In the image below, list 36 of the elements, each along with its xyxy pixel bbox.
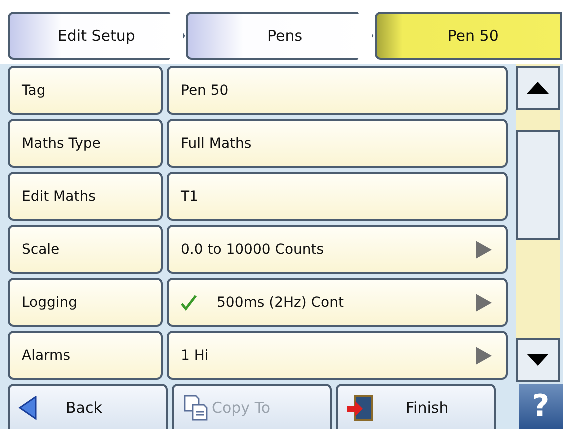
setting-label[interactable]: Alarms xyxy=(8,331,163,380)
down-triangle-icon xyxy=(527,354,549,366)
value-text: Full Maths xyxy=(181,136,252,152)
value-text: 500ms (2Hz) Cont xyxy=(217,294,344,310)
scrollbar-thumb[interactable] xyxy=(516,130,560,240)
setting-value[interactable]: Pen 50 xyxy=(167,66,508,115)
breadcrumb-tab[interactable]: Pens xyxy=(186,12,374,60)
help-button[interactable]: ? xyxy=(519,384,563,429)
value-text: 1 Hi xyxy=(181,348,209,364)
right-arrow-icon xyxy=(476,240,492,258)
checkmark-icon xyxy=(181,294,197,310)
door-exit-icon xyxy=(346,394,374,422)
right-arrow-icon xyxy=(476,294,492,312)
up-triangle-icon xyxy=(527,82,549,94)
setting-label[interactable]: Maths Type xyxy=(8,119,163,168)
breadcrumb-tab[interactable]: Edit Setup xyxy=(8,12,186,60)
value-text: Pen 50 xyxy=(181,82,229,98)
right-arrow-icon xyxy=(476,346,492,364)
copy-icon xyxy=(182,394,210,422)
breadcrumb-tab[interactable]: Pen 50 xyxy=(374,12,562,60)
setting-label[interactable]: Tag xyxy=(8,66,163,115)
value-text: 0.0 to 10000 Counts xyxy=(181,242,324,258)
back-button[interactable]: Back xyxy=(8,384,168,429)
setting-value[interactable]: 1 Hi xyxy=(167,331,508,380)
setting-label[interactable]: Scale xyxy=(8,225,163,274)
left-triangle-icon xyxy=(18,396,38,420)
scroll-up-button[interactable] xyxy=(516,66,560,110)
scroll-down-button[interactable] xyxy=(516,338,560,382)
setting-label[interactable]: Edit Maths xyxy=(8,172,163,221)
setting-value[interactable]: Full Maths xyxy=(167,119,508,168)
finish-button[interactable]: Finish xyxy=(336,384,496,429)
setting-value[interactable]: 500ms (2Hz) Cont xyxy=(167,278,508,327)
setting-value[interactable]: 0.0 to 10000 Counts xyxy=(167,225,508,274)
value-text: T1 xyxy=(181,188,198,204)
setting-label[interactable]: Logging xyxy=(8,278,163,327)
setting-value[interactable]: T1 xyxy=(167,172,508,221)
